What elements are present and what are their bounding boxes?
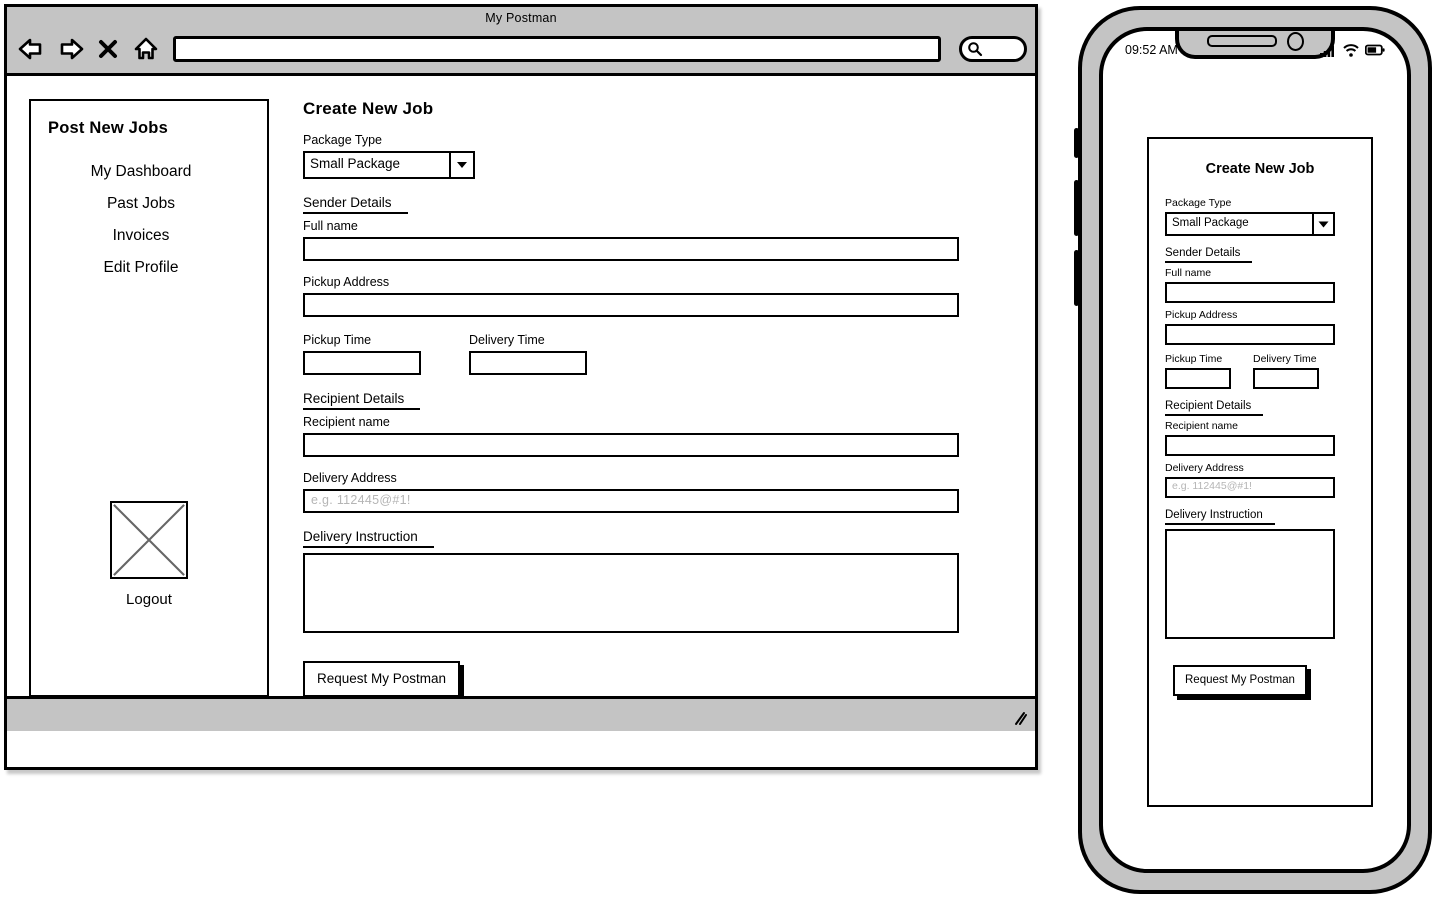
full-name-input[interactable]: [303, 237, 959, 261]
phone-status-bar: 09:52 AM: [1103, 37, 1407, 63]
back-arrow-icon[interactable]: [17, 35, 47, 63]
sidebar-nav: My Dashboard Past Jobs Invoices Edit Pro…: [31, 156, 267, 284]
sender-details-heading: Sender Details: [303, 195, 408, 214]
sidebar-item-invoices[interactable]: Invoices: [31, 220, 251, 252]
phone-volume-down-button[interactable]: [1074, 250, 1079, 306]
phone-pickup-address-label: Pickup Address: [1165, 309, 1238, 321]
phone-page-title: Create New Job: [1205, 161, 1315, 177]
phone-package-type-label: Package Type: [1165, 197, 1232, 209]
pickup-address-label: Pickup Address: [303, 275, 390, 289]
package-type-value: Small Package: [310, 156, 401, 171]
status-icons: [1320, 43, 1385, 57]
pickup-time-input[interactable]: [303, 351, 421, 375]
chevron-down-icon[interactable]: [449, 153, 473, 177]
time-row: Pickup Time Delivery Time: [303, 333, 983, 375]
phone-request-my-postman-button[interactable]: Request My Postman: [1173, 665, 1307, 696]
chevron-down-icon[interactable]: [1312, 214, 1333, 234]
request-my-postman-button[interactable]: Request My Postman: [303, 661, 461, 697]
phone-delivery-time-label: Delivery Time: [1253, 353, 1317, 365]
phone-delivery-time-input[interactable]: [1253, 368, 1319, 389]
full-name-label: Full name: [303, 219, 358, 233]
browser-statusbar: [7, 696, 1035, 731]
phone-screen: 09:52 AM Create New Job Package Type Sma…: [1099, 27, 1411, 873]
browser-toolbar: [17, 29, 1027, 69]
sidebar-title: Post New Jobs: [48, 119, 168, 137]
search-button[interactable]: [959, 36, 1027, 62]
status-time: 09:52 AM: [1125, 43, 1178, 57]
phone-delivery-instruction-textarea[interactable]: [1165, 529, 1335, 639]
pickup-address-input[interactable]: [303, 293, 959, 317]
phone-silence-switch[interactable]: [1074, 128, 1079, 158]
package-type-select[interactable]: Small Package: [303, 151, 475, 179]
phone-volume-up-button[interactable]: [1074, 180, 1079, 236]
pickup-time-group: Pickup Time: [303, 333, 421, 375]
phone-pickup-time-label: Pickup Time: [1165, 353, 1223, 365]
sidebar-item-edit-profile[interactable]: Edit Profile: [31, 252, 251, 284]
battery-icon: [1365, 44, 1385, 56]
url-input[interactable]: [173, 36, 941, 62]
logout-label: Logout: [126, 591, 172, 608]
recipient-name-label: Recipient name: [303, 415, 390, 429]
image-placeholder-icon: [110, 501, 188, 579]
phone-full-name-label: Full name: [1165, 267, 1212, 279]
browser-window: My Postman Post New Jobs My Dashboard Pa…: [4, 4, 1038, 770]
delivery-address-input[interactable]: e.g. 112445@#1!: [303, 489, 959, 513]
window-title: My Postman: [485, 11, 557, 25]
create-job-form: Create New Job Package Type Small Packag…: [303, 99, 983, 697]
recipient-details-heading: Recipient Details: [303, 391, 421, 410]
phone-recipient-details-heading: Recipient Details: [1165, 400, 1264, 416]
sidebar: Post New Jobs My Dashboard Past Jobs Inv…: [29, 99, 269, 697]
phone-time-row: Pickup Time Delivery Time: [1165, 353, 1355, 389]
sidebar-item-my-dashboard[interactable]: My Dashboard: [31, 156, 251, 188]
phone-delivery-address-input[interactable]: e.g. 112445@#1!: [1165, 477, 1335, 498]
home-icon[interactable]: [131, 35, 161, 63]
page-title: Create New Job: [303, 99, 434, 118]
delivery-time-input[interactable]: [469, 351, 587, 375]
package-type-label: Package Type: [303, 133, 382, 147]
forward-arrow-icon[interactable]: [55, 35, 85, 63]
close-icon[interactable]: [93, 35, 123, 63]
logout-block[interactable]: Logout: [31, 501, 267, 608]
phone-recipient-name-input[interactable]: [1165, 435, 1335, 456]
phone-recipient-name-label: Recipient name: [1165, 420, 1238, 432]
phone-package-type-select[interactable]: Small Package: [1165, 212, 1335, 236]
phone-delivery-time-group: Delivery Time: [1253, 353, 1319, 389]
recipient-name-input[interactable]: [303, 433, 959, 457]
delivery-address-label: Delivery Address: [303, 471, 397, 485]
phone-delivery-address-label: Delivery Address: [1165, 462, 1244, 474]
pickup-time-label: Pickup Time: [303, 333, 372, 347]
phone-pickup-address-input[interactable]: [1165, 324, 1335, 345]
browser-viewport: Post New Jobs My Dashboard Past Jobs Inv…: [7, 76, 1035, 731]
phone-pickup-time-input[interactable]: [1165, 368, 1231, 389]
resize-grip-icon[interactable]: [1011, 710, 1027, 726]
phone-package-type-value: Small Package: [1172, 217, 1249, 229]
sidebar-item-past-jobs[interactable]: Past Jobs: [31, 188, 251, 220]
phone-delivery-instruction-heading: Delivery Instruction: [1165, 509, 1275, 525]
signal-bars-icon: [1320, 45, 1334, 57]
delivery-address-placeholder: e.g. 112445@#1!: [311, 493, 411, 507]
phone-pickup-time-group: Pickup Time: [1165, 353, 1231, 389]
phone-sender-details-heading: Sender Details: [1165, 247, 1253, 263]
phone-full-name-input[interactable]: [1165, 282, 1335, 303]
search-icon: [968, 42, 983, 57]
delivery-time-group: Delivery Time: [469, 333, 587, 375]
phone-create-job-form: Create New Job Package Type Small Packag…: [1147, 137, 1373, 807]
phone-delivery-address-placeholder: e.g. 112445@#1!: [1172, 480, 1252, 492]
wifi-icon: [1343, 43, 1359, 57]
phone-mockup: 09:52 AM Create New Job Package Type Sma…: [1074, 6, 1432, 894]
delivery-instruction-heading: Delivery Instruction: [303, 529, 434, 548]
delivery-time-label: Delivery Time: [469, 333, 545, 347]
delivery-instruction-textarea[interactable]: [303, 553, 959, 633]
browser-chrome: My Postman: [7, 7, 1035, 76]
